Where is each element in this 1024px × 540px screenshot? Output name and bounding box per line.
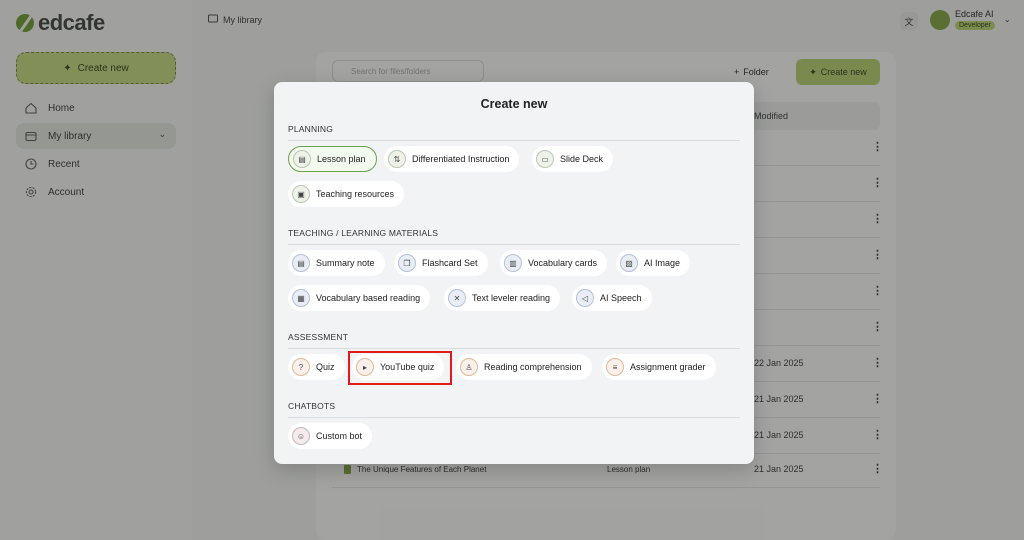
option-label: Lesson plan [317,154,366,164]
divider [288,244,740,245]
option-quiz[interactable]: ? Quiz [288,354,345,380]
quiz-icon: ? [292,358,310,376]
option-label: Vocabulary based reading [316,293,421,303]
option-label: AI Speech [600,293,642,303]
option-reading-comprehension[interactable]: ♙ Reading comprehension [456,354,592,380]
reader-icon: ♙ [460,358,478,376]
option-label: Vocabulary cards [528,258,598,268]
option-label: Quiz [316,362,335,372]
section-chatbots: CHATBOTS ☺ Custom bot [288,401,740,449]
option-youtube-quiz[interactable]: ▸ YouTube quiz [352,354,445,380]
option-label: Assignment grader [630,362,706,372]
box-icon: ▣ [292,185,310,203]
presentation-icon: ▭ [536,150,554,168]
book-icon: ▦ [292,289,310,307]
option-label: Reading comprehension [484,362,582,372]
option-custom-bot[interactable]: ☺ Custom bot [288,423,373,449]
option-label: Differentiated Instruction [412,154,510,164]
option-vocabulary-based-reading[interactable]: ▦ Vocabulary based reading [288,285,431,311]
speaker-icon: ◁ [576,289,594,307]
create-new-modal: Create new PLANNING ▤ Lesson plan ⇅ Diff… [274,82,754,464]
section-assessment: ASSESSMENT ? Quiz ▸ YouTube quiz ♙ Readi… [288,332,740,380]
bot-icon: ☺ [292,427,310,445]
option-text-leveler-reading[interactable]: ✕ Text leveler reading [444,285,561,311]
option-flashcard-set[interactable]: ❐ Flashcard Set [394,250,488,276]
option-label: Flashcard Set [422,258,478,268]
option-label: AI Image [644,258,681,268]
option-differentiated-instruction[interactable]: ⇅ Differentiated Instruction [384,146,520,172]
option-slide-deck[interactable]: ▭ Slide Deck [532,146,614,172]
section-label: ASSESSMENT [288,332,349,342]
section-label: CHATBOTS [288,401,336,411]
checklist-icon: ≡ [606,358,624,376]
divider [288,140,740,141]
note-icon: ▤ [292,254,310,272]
option-vocabulary-cards[interactable]: ▥ Vocabulary cards [500,250,608,276]
option-label: Teaching resources [316,189,395,199]
option-label: Custom bot [316,431,363,441]
play-icon: ▸ [356,358,374,376]
modal-title: Create new [480,97,548,111]
section-label: TEACHING / LEARNING MATERIALS [288,228,439,238]
divider [288,348,740,349]
option-lesson-plan[interactable]: ▤ Lesson plan [288,146,377,172]
option-label: YouTube quiz [380,362,435,372]
option-teaching-resources[interactable]: ▣ Teaching resources [288,181,405,207]
option-summary-note[interactable]: ▤ Summary note [288,250,385,276]
branch-icon: ⇅ [388,150,406,168]
divider [288,417,740,418]
option-ai-image[interactable]: ▨ AI Image [616,250,691,276]
option-label: Text leveler reading [472,293,551,303]
section-materials: TEACHING / LEARNING MATERIALS ▤ Summary … [288,228,740,311]
option-assignment-grader[interactable]: ≡ Assignment grader [602,354,716,380]
cards-icon: ❐ [398,254,416,272]
image-icon: ▨ [620,254,638,272]
scissors-icon: ✕ [448,289,466,307]
option-label: Summary note [316,258,375,268]
option-label: Slide Deck [560,154,604,164]
section-planning: PLANNING ▤ Lesson plan ⇅ Differentiated … [288,124,740,207]
vocab-icon: ▥ [504,254,522,272]
section-label: PLANNING [288,124,334,134]
document-icon: ▤ [293,150,311,168]
option-ai-speech[interactable]: ◁ AI Speech [572,285,652,311]
